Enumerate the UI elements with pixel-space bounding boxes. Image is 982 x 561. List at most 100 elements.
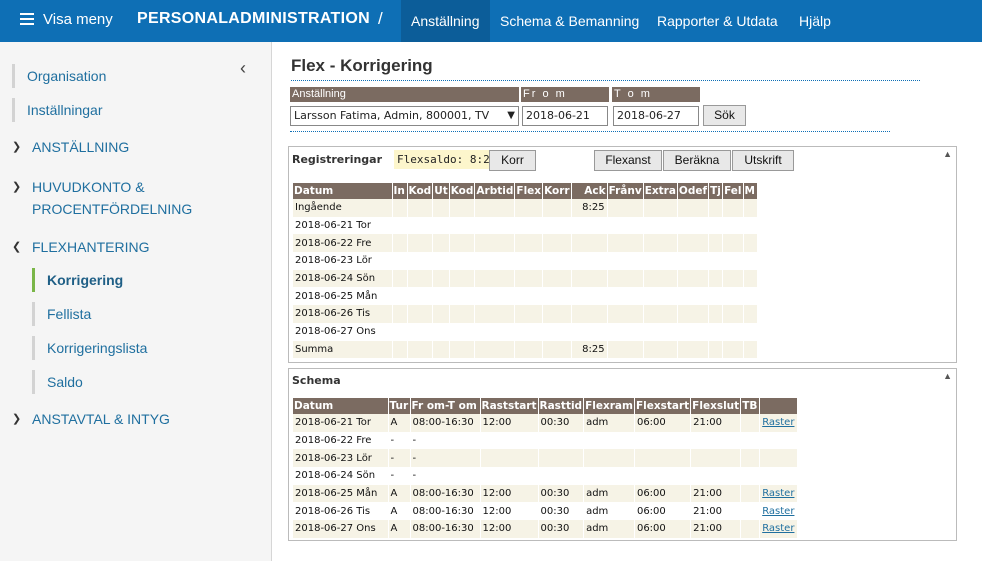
table-cell: 08:00-16:30 xyxy=(410,414,481,432)
table-row: 2018-06-23 Lör - - xyxy=(293,449,799,468)
raster-link[interactable]: Raster xyxy=(759,414,799,432)
sidebar-item-installningar[interactable]: Inställningar xyxy=(12,98,103,122)
column-header: Flexram xyxy=(583,398,635,414)
to-date-label: T o m xyxy=(612,87,700,102)
table-cell xyxy=(514,269,544,288)
table-cell: 2018-06-26 Tis xyxy=(293,305,393,323)
table-cell xyxy=(480,449,539,468)
raster-link[interactable]: Raster xyxy=(759,502,799,521)
berakna-button[interactable]: Beräkna xyxy=(663,150,731,171)
table-cell xyxy=(432,216,450,235)
table-cell xyxy=(583,431,635,450)
table-cell xyxy=(392,234,408,253)
table-cell: - xyxy=(388,431,411,450)
table-cell xyxy=(474,322,516,341)
table-cell xyxy=(740,502,761,521)
table-cell xyxy=(722,340,744,359)
table-cell xyxy=(743,305,758,323)
table-cell xyxy=(743,322,758,341)
table-cell xyxy=(607,216,644,235)
table-cell xyxy=(571,305,608,323)
show-menu-button[interactable]: Visa meny xyxy=(20,0,113,38)
collapse-sidebar-icon[interactable]: ‹ xyxy=(240,58,246,79)
table-row: 2018-06-27 Ons xyxy=(293,322,758,341)
table-cell xyxy=(722,216,744,235)
table-cell xyxy=(571,234,608,253)
sidebar-item-korrigering[interactable]: Korrigering xyxy=(32,268,123,292)
table-cell: 12:00 xyxy=(480,484,539,503)
sidebar-item-fellista[interactable]: Fellista xyxy=(32,302,91,326)
utskrift-button[interactable]: Utskrift xyxy=(732,150,794,171)
table-cell xyxy=(643,322,678,341)
tab-hjalp[interactable]: Hjälp xyxy=(789,0,841,42)
table-cell: 06:00 xyxy=(634,502,692,521)
sidebar-item-korrigeringslista[interactable]: Korrigeringslista xyxy=(32,336,147,360)
sidebar-section-flexhantering[interactable]: ❮ FLEXHANTERING xyxy=(12,236,149,258)
table-cell xyxy=(607,340,644,359)
column-header: Odef xyxy=(677,183,710,199)
table-cell: 8:25 xyxy=(571,199,608,217)
column-header: Datum xyxy=(293,183,393,199)
table-cell xyxy=(708,216,724,235)
table-cell xyxy=(583,467,635,485)
table-cell: A xyxy=(388,520,411,538)
sidebar-section-huvudkonto[interactable]: ❯ HUVUDKONTO & PROCENTFÖRDELNING xyxy=(12,176,192,220)
table-cell xyxy=(474,340,516,359)
flexanst-button[interactable]: Flexanst xyxy=(594,150,662,171)
column-header: Flexslut xyxy=(690,398,742,414)
table-cell xyxy=(708,340,724,359)
collapse-panel-icon[interactable]: ▲ xyxy=(943,149,952,159)
table-cell xyxy=(392,252,408,270)
column-header: Kod xyxy=(449,183,476,199)
table-cell xyxy=(643,287,678,306)
raster-link[interactable]: Raster xyxy=(759,520,799,538)
column-header: Tj xyxy=(708,183,724,199)
collapse-panel-icon[interactable]: ▲ xyxy=(943,371,952,381)
table-cell xyxy=(542,252,572,270)
table-cell xyxy=(407,287,434,306)
tab-anstallning[interactable]: Anställning xyxy=(401,0,490,42)
table-cell xyxy=(677,199,710,217)
tab-rapporter-utdata[interactable]: Rapporter & Utdata xyxy=(647,0,788,42)
table-cell xyxy=(583,449,635,468)
table-cell xyxy=(759,467,799,485)
flexsaldo-value: Flexsaldo: 8:25 xyxy=(394,150,500,169)
table-cell xyxy=(677,269,710,288)
sidebar-section-anstallning[interactable]: ❯ ANSTÄLLNING xyxy=(12,136,129,158)
to-date-input[interactable]: 2018-06-27 xyxy=(613,106,699,126)
schema-label: Schema xyxy=(292,374,341,387)
chevron-down-icon: ▼ xyxy=(507,110,515,121)
korr-button[interactable]: Korr xyxy=(489,150,536,171)
table-cell xyxy=(740,520,761,538)
table-cell xyxy=(407,322,434,341)
table-cell xyxy=(708,305,724,323)
table-cell: 00:30 xyxy=(538,414,585,432)
table-cell xyxy=(392,287,408,306)
sidebar-item-organisation[interactable]: Organisation xyxy=(12,64,106,88)
table-cell: 21:00 xyxy=(690,502,742,521)
table-cell xyxy=(607,252,644,270)
table-cell xyxy=(474,287,516,306)
table-cell xyxy=(392,269,408,288)
table-cell xyxy=(743,216,758,235)
sidebar-item-saldo[interactable]: Saldo xyxy=(32,370,83,394)
table-cell xyxy=(542,199,572,217)
table-cell: 12:00 xyxy=(480,502,539,521)
column-header: Flex xyxy=(514,183,544,199)
search-button[interactable]: Sök xyxy=(703,105,746,126)
table-cell xyxy=(677,287,710,306)
column-header: Fel xyxy=(722,183,744,199)
table-cell xyxy=(449,305,476,323)
sidebar-section-anstavtal[interactable]: ❯ ANSTAVTAL & INTYG xyxy=(12,408,170,430)
table-cell xyxy=(392,322,408,341)
employment-select[interactable]: Larsson Fatima, Admin, 800001, TV ▼ xyxy=(290,106,519,126)
table-cell xyxy=(708,199,724,217)
tab-schema-bemanning[interactable]: Schema & Bemanning xyxy=(490,0,649,42)
table-cell xyxy=(432,322,450,341)
registrations-table: Datum In Kod Ut Kod Arbtid Flex Korr Ack Frånv Ext… xyxy=(293,183,758,359)
raster-link[interactable]: Raster xyxy=(759,484,799,503)
table-cell xyxy=(407,234,434,253)
from-date-input[interactable]: 2018-06-21 xyxy=(522,106,608,126)
table-cell: 2018-06-24 Sön xyxy=(293,467,389,485)
title-separator: / xyxy=(378,9,383,28)
